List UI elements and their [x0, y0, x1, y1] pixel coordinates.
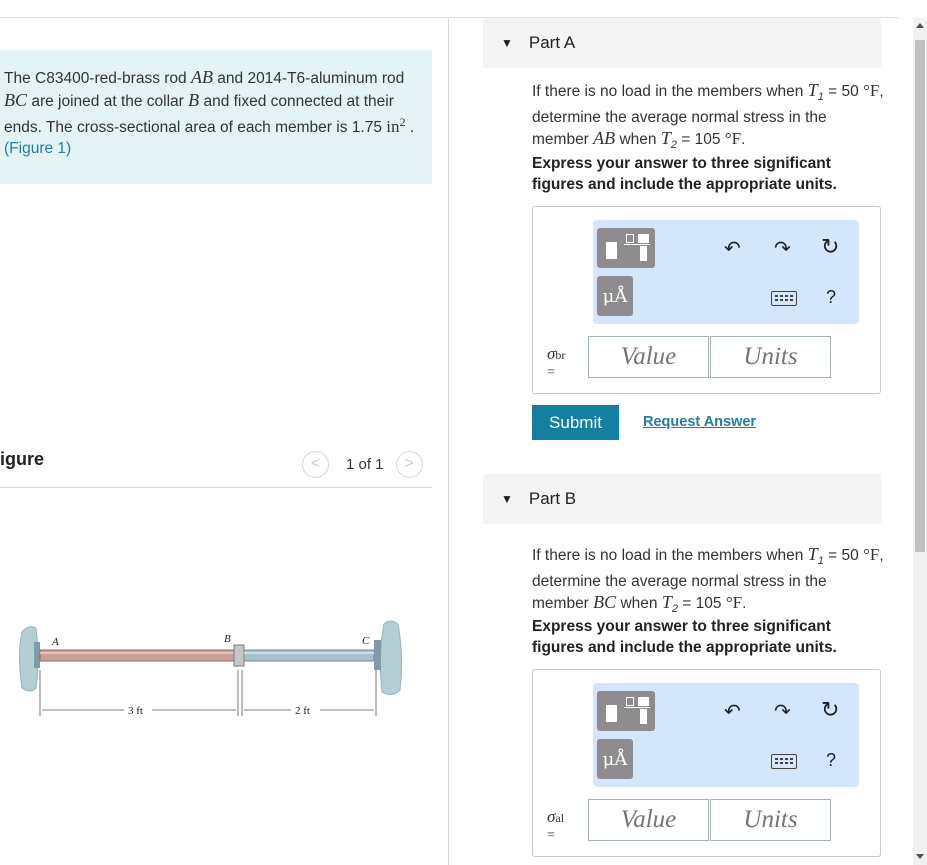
problem-text-2: and 2014-T6-aluminum rod — [212, 70, 405, 87]
t1-unit: °F — [863, 545, 880, 564]
aluminum-rod-bc — [243, 649, 375, 662]
figure-divider — [0, 487, 432, 488]
problem-text-1: The C83400-red-brass rod — [4, 70, 191, 87]
scroll-up-arrow-icon[interactable] — [916, 23, 924, 28]
keyboard-icon[interactable] — [771, 754, 797, 769]
keyboard-icon[interactable] — [771, 291, 797, 306]
member-symbol: BC — [593, 592, 617, 613]
help-button[interactable]: ? — [826, 750, 836, 770]
fraction-template-button[interactable] — [597, 691, 655, 731]
t2-symbol: T — [660, 128, 671, 149]
sigma-subscript: br — [555, 348, 566, 362]
part-b-header[interactable]: ▼ Part B — [483, 474, 881, 524]
t1-unit: °F — [863, 81, 880, 100]
scroll-thumb[interactable] — [915, 40, 925, 552]
label-a: A — [51, 636, 59, 648]
equals-sign: = — [547, 828, 555, 843]
collar-symbol: B — [188, 89, 200, 110]
part-b-instruction: Express your answer to three significant… — [532, 618, 837, 656]
part-a-question: If there is no load in the members when … — [532, 80, 884, 156]
part-b-question: If there is no load in the members when … — [532, 544, 884, 620]
t1-value: = 50 — [823, 83, 864, 100]
t1-symbol: T — [807, 80, 818, 100]
dim-bc-label: 2 ft — [295, 705, 310, 717]
q-text-when: when — [615, 131, 661, 149]
member-symbol: AB — [593, 128, 616, 149]
problem-statement: The C83400-red-brass rod AB and 2014-T6-… — [0, 50, 432, 184]
label-c: C — [362, 635, 370, 647]
units-symbol-button[interactable]: μÅ — [597, 739, 633, 779]
next-figure-button[interactable]: > — [395, 450, 423, 478]
t2-unit: °F — [725, 593, 743, 613]
part-a-instruction: Express your answer to three significant… — [532, 155, 837, 193]
t2-symbol: T — [661, 592, 672, 613]
value-input[interactable] — [588, 799, 709, 841]
undo-icon[interactable]: ↶ — [724, 702, 741, 722]
scroll-down-arrow-icon[interactable] — [916, 854, 924, 859]
equals-sign: = — [547, 365, 555, 380]
part-a-title: Part A — [528, 33, 576, 52]
collapse-triangle-icon[interactable]: ▼ — [501, 36, 513, 50]
area-unit: in — [386, 117, 400, 137]
aluminum-rod-highlight — [244, 652, 374, 654]
brass-rod-ab — [39, 649, 237, 662]
value-input[interactable] — [588, 336, 709, 378]
pager-count: 1 of 1 — [346, 455, 384, 473]
collapse-triangle-icon[interactable]: ▼ — [501, 492, 513, 506]
part-a-header[interactable]: ▼ Part A — [483, 18, 881, 68]
sigma-br-label: σbr = — [547, 344, 566, 380]
right-fixture — [374, 640, 381, 670]
t2-value: = 105 — [676, 131, 725, 149]
q-text-when: when — [616, 595, 662, 613]
rod-bc-symbol: BC — [4, 89, 28, 110]
brass-rod-highlight — [40, 652, 236, 654]
figure-pager: < 1 of 1 > — [302, 450, 423, 478]
t1-symbol: T — [807, 544, 818, 564]
dim-ab-label: 3 ft — [128, 705, 143, 717]
q-text-end: . — [742, 595, 747, 613]
math-toolbar: μÅ ↶ ↷ ↻ ? — [593, 220, 859, 324]
page-scrollbar[interactable] — [913, 18, 927, 865]
figure-heading: igure — [0, 449, 45, 469]
rod-ab-symbol: AB — [190, 67, 213, 87]
units-input[interactable] — [710, 799, 831, 841]
label-b: B — [224, 633, 231, 645]
t1-value: = 50 — [823, 547, 864, 564]
sigma-al-label: σal = — [547, 807, 565, 843]
undo-icon[interactable]: ↶ — [724, 239, 741, 259]
math-toolbar: μÅ ↶ ↷ ↻ ? — [593, 683, 859, 787]
units-input[interactable] — [710, 336, 831, 378]
units-symbol-button[interactable]: μÅ — [597, 276, 633, 316]
part-a-answer-box: μÅ ↶ ↷ ↻ ? σbr = — [532, 206, 881, 394]
reset-icon[interactable]: ↻ — [821, 236, 839, 258]
redo-icon[interactable]: ↷ — [774, 239, 791, 259]
help-button[interactable]: ? — [826, 287, 836, 307]
problem-text-5: . — [405, 119, 415, 137]
left-fixture — [34, 642, 40, 668]
q-text-end: . — [741, 131, 746, 149]
t2-unit: °F — [724, 129, 742, 149]
column-divider — [448, 18, 449, 865]
q-text: If there is no load in the members when — [532, 83, 808, 100]
request-answer-link[interactable]: Request Answer — [643, 414, 756, 430]
part-b-title: Part B — [528, 489, 577, 508]
right-wall — [379, 620, 403, 696]
fraction-template-button[interactable] — [597, 228, 655, 268]
redo-icon[interactable]: ↷ — [774, 702, 791, 722]
q-text: If there is no load in the members when — [532, 547, 808, 564]
submit-button[interactable]: Submit — [532, 405, 619, 440]
t2-value: = 105 — [677, 595, 726, 613]
reset-icon[interactable]: ↻ — [821, 699, 839, 721]
sigma-subscript: al — [555, 811, 565, 825]
figure-link[interactable]: (Figure 1) — [4, 140, 71, 157]
problem-text-3: are joined at the collar — [27, 92, 189, 110]
collar-b — [233, 644, 245, 667]
rod-assembly-figure: A B C 3 ft 2 ft — [19, 620, 403, 717]
part-b-answer-box: μÅ ↶ ↷ ↻ ? σal = — [532, 669, 881, 857]
prev-figure-button[interactable]: < — [302, 450, 329, 478]
